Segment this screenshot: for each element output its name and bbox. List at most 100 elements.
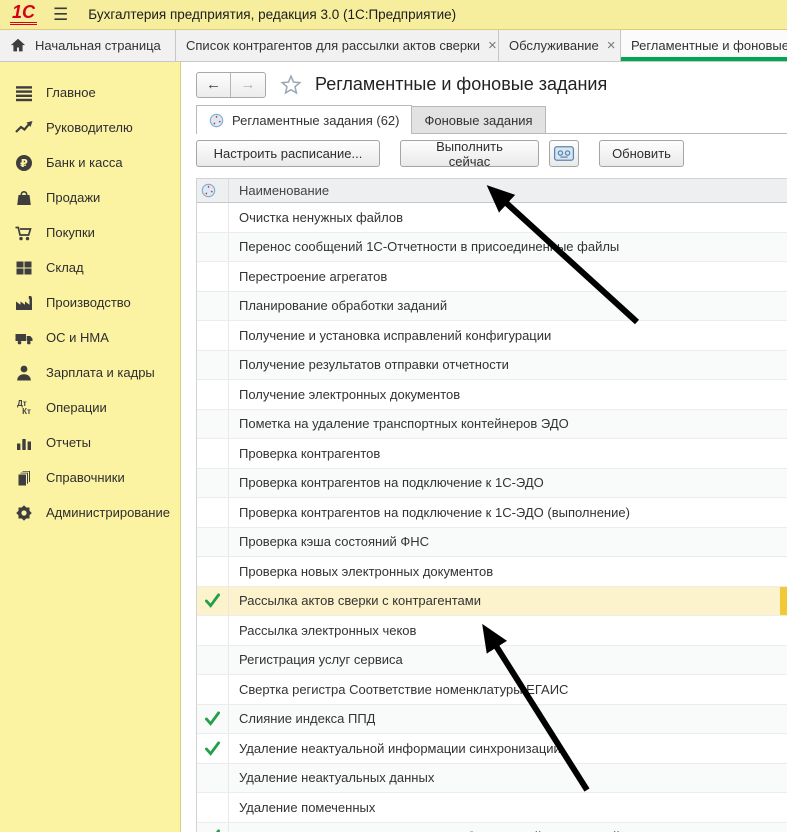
sidebar-label: ОС и НМА xyxy=(46,330,109,345)
checkmark-icon xyxy=(205,593,220,609)
table-row[interactable]: Очистка ненужных файлов xyxy=(197,203,787,233)
sidebar-item-directories[interactable]: Справочники xyxy=(0,460,180,495)
row-status-cell xyxy=(197,203,229,232)
forward-button[interactable]: → xyxy=(231,73,265,97)
sidebar-item-payroll-hr[interactable]: Зарплата и кадры xyxy=(0,355,180,390)
sidebar-label: Производство xyxy=(46,295,131,310)
sidebar-item-main[interactable]: Главное xyxy=(0,75,180,110)
table-row[interactable]: Удаление устаревших параметров работы ве… xyxy=(197,822,787,832)
sidebar-label: Руководителю xyxy=(46,120,133,135)
task-name: Получение результатов отправки отчетност… xyxy=(239,357,509,373)
task-name: Пометка на удаление транспортных контейн… xyxy=(239,416,569,432)
journal-icon xyxy=(553,146,575,161)
table-row[interactable]: Планирование обработки заданий xyxy=(197,291,787,321)
task-name: Получение и установка исправлений конфиг… xyxy=(239,327,552,343)
table-row[interactable]: Проверка контрагентов xyxy=(197,439,787,469)
table-row[interactable]: Удаление неактуальной информации синхрон… xyxy=(197,734,787,764)
tab-label: Регламентные и фоновые xyxy=(631,38,787,53)
tab-scheduled-jobs-list[interactable]: Регламентные задания (62) xyxy=(196,105,413,134)
table-row[interactable]: Получение результатов отправки отчетност… xyxy=(197,350,787,380)
tab-label: Список контрагентов для рассылки актов с… xyxy=(186,38,481,53)
sidebar-label: Банк и касса xyxy=(46,155,123,170)
sidebar-item-reports[interactable]: Отчеты xyxy=(0,425,180,460)
row-status-cell xyxy=(197,586,229,615)
task-name: Перестроение агрегатов xyxy=(239,268,388,284)
task-name: Регистрация услуг сервиса xyxy=(239,652,403,668)
table-row[interactable]: Перенос сообщений 1С-Отчетности в присое… xyxy=(197,232,787,262)
refresh-button[interactable]: Обновить xyxy=(599,140,684,167)
table-header[interactable]: Наименование xyxy=(197,178,787,203)
sidebar-label: Зарплата и кадры xyxy=(46,365,155,380)
table-row[interactable]: Свертка регистра Соответствие номенклату… xyxy=(197,675,787,705)
debit-credit-icon: Дт Кт xyxy=(17,398,31,416)
tab-maintenance[interactable]: Обслуживание × xyxy=(499,30,621,61)
books-icon xyxy=(14,468,34,488)
table-row[interactable]: Проверка кэша состояний ФНС xyxy=(197,527,787,557)
sidebar-label: Покупки xyxy=(46,225,95,240)
sidebar-item-warehouse[interactable]: Склад xyxy=(0,250,180,285)
home-icon xyxy=(10,38,26,52)
history-buttons: ← → xyxy=(196,71,266,98)
task-name: Проверка новых электронных документов xyxy=(239,563,494,579)
sidebar-item-manager[interactable]: Руководителю xyxy=(0,110,180,145)
table-row[interactable]: Проверка контрагентов на подключение к 1… xyxy=(197,498,787,528)
table-body: Очистка ненужных файлов Перенос сообщени… xyxy=(197,203,787,832)
table-row[interactable]: Регистрация услуг сервиса xyxy=(197,645,787,675)
close-icon[interactable]: × xyxy=(488,38,497,53)
sidebar-item-sales[interactable]: Продажи xyxy=(0,180,180,215)
table-row[interactable]: Проверка контрагентов на подключение к 1… xyxy=(197,468,787,498)
table-row[interactable]: Получение и установка исправлений конфиг… xyxy=(197,321,787,351)
table-row[interactable]: Рассылка актов сверки с контрагентами xyxy=(197,586,787,616)
row-status-cell xyxy=(197,793,229,822)
clock-icon xyxy=(201,183,216,198)
row-status-cell xyxy=(197,262,229,291)
truck-icon xyxy=(14,328,34,348)
table-row[interactable]: Пометка на удаление транспортных контейн… xyxy=(197,409,787,439)
row-status-cell xyxy=(197,527,229,556)
row-status-cell xyxy=(197,704,229,733)
close-icon[interactable]: × xyxy=(607,38,616,53)
sidebar-item-bank-cash[interactable]: ₽ Банк и касса xyxy=(0,145,180,180)
favorite-star-icon[interactable] xyxy=(279,73,303,97)
tab-counterparty-list[interactable]: Список контрагентов для рассылки актов с… xyxy=(176,30,499,61)
row-status-cell xyxy=(197,645,229,674)
factory-icon xyxy=(14,293,34,313)
row-status-cell xyxy=(197,468,229,497)
trend-icon xyxy=(14,118,34,138)
tab-background-jobs[interactable]: Фоновые задания xyxy=(412,106,546,134)
table-row[interactable]: Проверка новых электронных документов xyxy=(197,557,787,587)
sidebar-item-administration[interactable]: Администрирование xyxy=(0,495,180,530)
table-row[interactable]: Перестроение агрегатов xyxy=(197,262,787,292)
ruble-icon: ₽ xyxy=(14,153,34,173)
row-status-cell xyxy=(197,557,229,586)
sidebar-label: Справочники xyxy=(46,470,125,485)
table-row[interactable]: Получение электронных документов xyxy=(197,380,787,410)
window-titlebar: 1С ☰ Бухгалтерия предприятия, редакция 3… xyxy=(0,0,787,30)
main-content: ← → Регламентные и фоновые задания Регла… xyxy=(181,62,787,832)
table-row[interactable]: Слияние индекса ППД xyxy=(197,704,787,734)
tab-home-label: Начальная страница xyxy=(35,38,161,53)
sidebar-item-production[interactable]: Производство xyxy=(0,285,180,320)
table-row[interactable]: Рассылка электронных чеков xyxy=(197,616,787,646)
configure-schedule-button[interactable]: Настроить расписание... xyxy=(196,140,380,167)
events-log-button[interactable] xyxy=(549,140,579,167)
checkmark-icon xyxy=(205,741,220,756)
row-status-cell xyxy=(197,380,229,409)
tab-home[interactable]: Начальная страница xyxy=(0,30,176,61)
row-status-cell xyxy=(197,321,229,350)
sidebar-item-purchases[interactable]: Покупки xyxy=(0,215,180,250)
sidebar-item-fixed-assets[interactable]: ОС и НМА xyxy=(0,320,180,355)
bag-icon xyxy=(14,188,34,208)
checkmark-icon xyxy=(205,711,220,727)
warehouse-icon xyxy=(14,258,34,278)
table-row[interactable]: Удаление неактуальных данных xyxy=(197,763,787,793)
sidebar-item-operations[interactable]: Дт Кт Операции xyxy=(0,390,180,425)
main-menu-icon[interactable]: ☰ xyxy=(53,5,68,25)
run-now-button[interactable]: Выполнить сейчас xyxy=(400,139,539,169)
schedule-column-header xyxy=(197,179,229,202)
tab-scheduled-jobs[interactable]: Регламентные и фоновые xyxy=(621,30,787,61)
task-name: Удаление неактуальных данных xyxy=(239,770,435,786)
back-button[interactable]: ← xyxy=(197,72,231,97)
table-row[interactable]: Удаление помеченных xyxy=(197,793,787,823)
task-name: Удаление помеченных xyxy=(239,799,376,815)
